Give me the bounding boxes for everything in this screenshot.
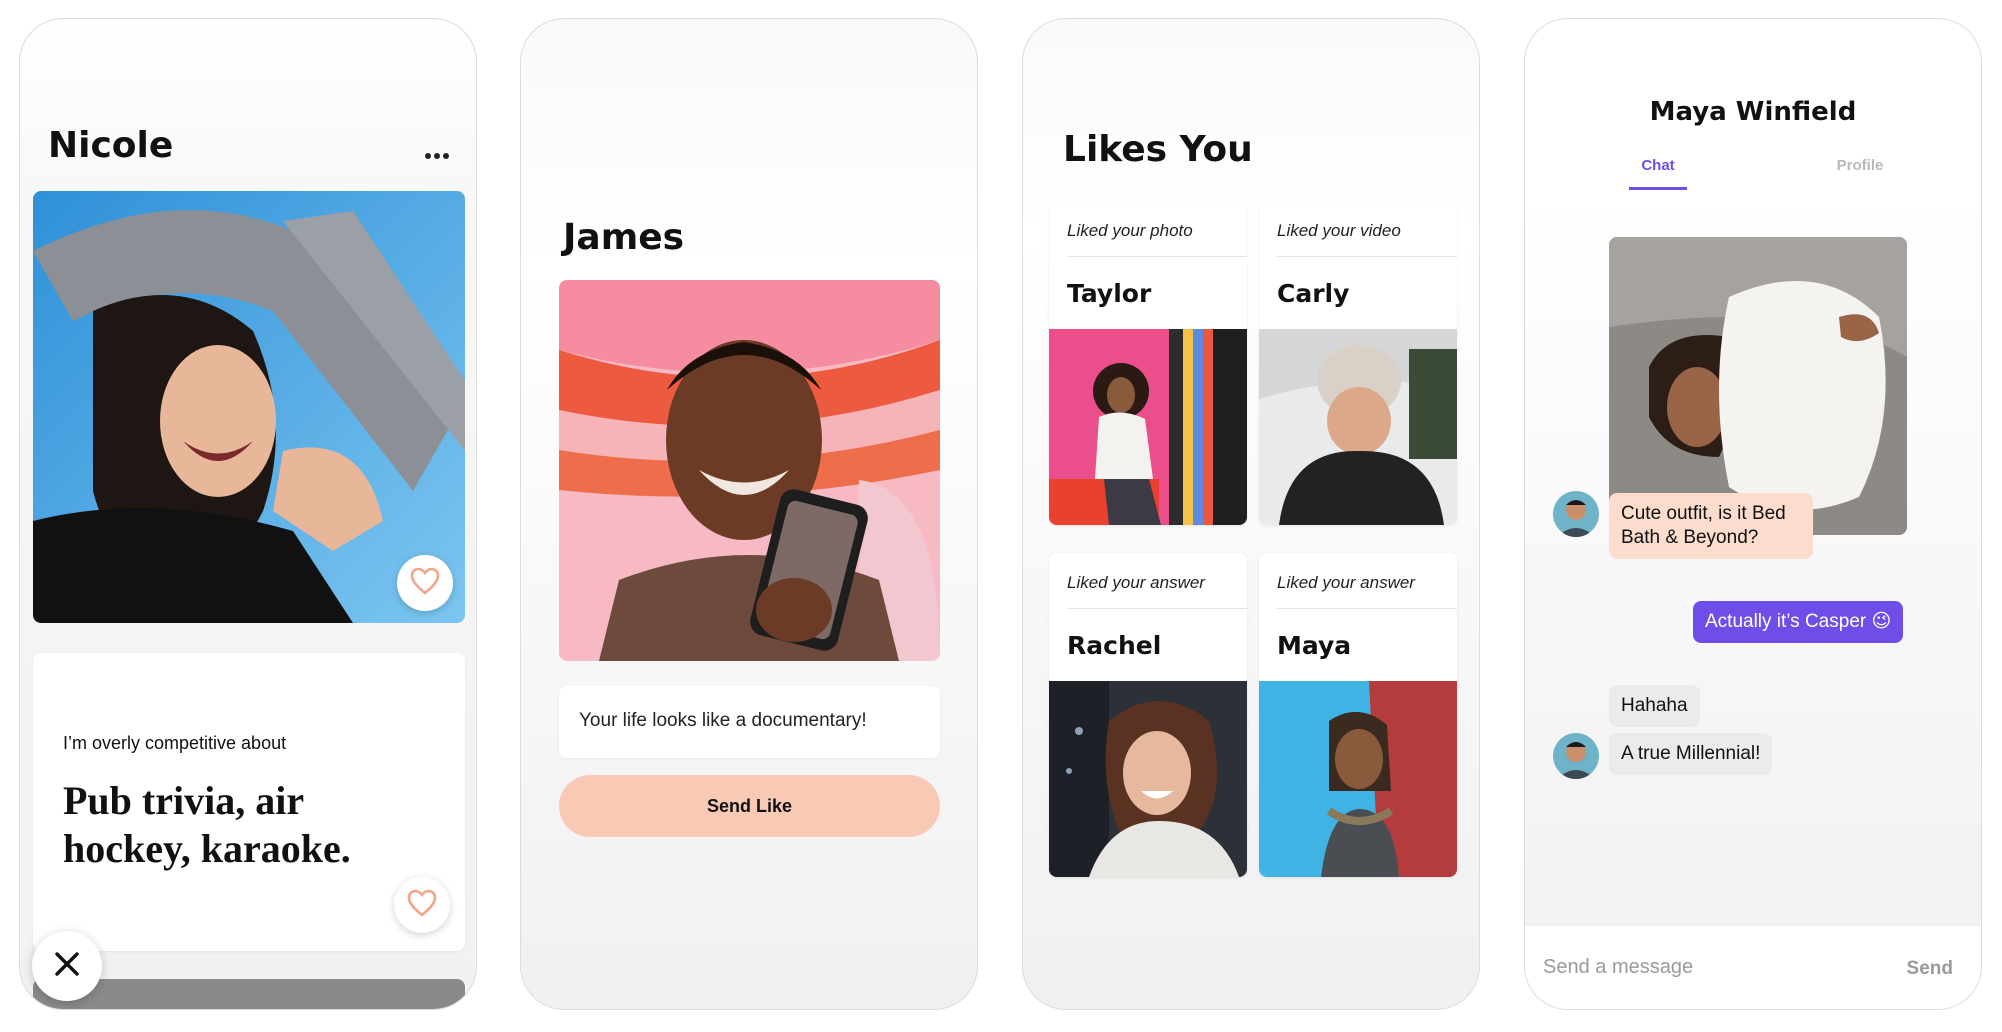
message-input[interactable]: Send a message bbox=[1543, 956, 1693, 979]
more-options-icon[interactable] bbox=[424, 147, 450, 165]
prompt-card: I’m overly competitive about Pub trivia,… bbox=[33, 653, 465, 951]
shared-photo bbox=[1609, 237, 1907, 535]
like-photo bbox=[1259, 329, 1457, 525]
like-photo bbox=[1049, 329, 1247, 525]
like-caption: Liked your video bbox=[1277, 221, 1401, 240]
message-bubble-received: Hahaha bbox=[1609, 685, 1700, 727]
like-card-taylor[interactable]: Liked your photo Taylor bbox=[1049, 201, 1247, 525]
profile-name: Nicole bbox=[48, 125, 174, 166]
divider bbox=[1277, 256, 1457, 257]
like-photo bbox=[1049, 681, 1247, 877]
like-card-carly[interactable]: Liked your video Carly bbox=[1259, 201, 1457, 525]
profile-screen-nicole: Nicole I’m overly competitive about Pub … bbox=[19, 18, 477, 1010]
avatar bbox=[1553, 491, 1599, 537]
tab-chat[interactable]: Chat bbox=[1629, 157, 1687, 174]
message-bubble-received: A true Millennial! bbox=[1609, 733, 1773, 775]
like-name: Taylor bbox=[1067, 279, 1152, 308]
comment-box[interactable]: Your life looks like a documentary! bbox=[559, 686, 940, 758]
tab-profile[interactable]: Profile bbox=[1825, 157, 1895, 174]
skip-button[interactable] bbox=[32, 931, 102, 1001]
like-caption: Liked your answer bbox=[1277, 573, 1415, 592]
like-photo bbox=[1259, 681, 1457, 877]
like-card-maya[interactable]: Liked your answer Maya bbox=[1259, 553, 1457, 877]
divider bbox=[1067, 608, 1247, 609]
divider bbox=[1277, 608, 1457, 609]
like-prompt-button[interactable] bbox=[394, 877, 450, 933]
close-x-icon bbox=[54, 951, 80, 982]
active-tab-indicator bbox=[1629, 187, 1687, 190]
likes-you-screen: Likes You Liked your photo Taylor Liked … bbox=[1022, 18, 1480, 1010]
like-photo-button[interactable] bbox=[397, 555, 453, 611]
send-like-label: Send Like bbox=[706, 795, 793, 816]
profile-photo bbox=[559, 280, 940, 661]
like-card-rachel[interactable]: Liked your answer Rachel bbox=[1049, 553, 1247, 877]
chat-title: Maya Winfield bbox=[1649, 97, 1857, 127]
chat-screen: Maya Winfield Chat Profile Cute outfit, … bbox=[1524, 18, 1982, 1010]
heart-outline-icon bbox=[407, 889, 437, 922]
page-title: Likes You bbox=[1063, 129, 1253, 170]
profile-photo bbox=[33, 191, 465, 623]
comment-text: Your life looks like a documentary! bbox=[579, 710, 867, 731]
like-caption: Liked your answer bbox=[1067, 573, 1205, 592]
profile-name: James bbox=[563, 217, 685, 258]
like-name: Carly bbox=[1277, 279, 1350, 308]
like-caption: Liked your photo bbox=[1067, 221, 1193, 240]
prompt-answer: Pub trivia, air hockey, karaoke. bbox=[63, 778, 351, 871]
like-name: Rachel bbox=[1067, 631, 1162, 660]
message-bubble-sent: Actually it’s Casper 😉 bbox=[1693, 601, 1904, 643]
send-like-button[interactable]: Send Like bbox=[559, 775, 940, 837]
heart-outline-icon bbox=[410, 567, 440, 600]
send-like-screen: James Your life looks like a documentary… bbox=[520, 18, 978, 1010]
next-photo-preview bbox=[33, 979, 465, 1009]
like-name: Maya bbox=[1277, 631, 1352, 660]
avatar bbox=[1553, 733, 1599, 779]
message-input-bar: Send a message Send bbox=[1525, 925, 1981, 1009]
divider bbox=[1067, 256, 1247, 257]
prompt-label: I’m overly competitive about bbox=[63, 733, 287, 753]
message-bubble-received: Cute outfit, is it Bed Bath & Beyond? bbox=[1609, 493, 1813, 559]
send-button[interactable]: Send bbox=[1907, 958, 1953, 980]
